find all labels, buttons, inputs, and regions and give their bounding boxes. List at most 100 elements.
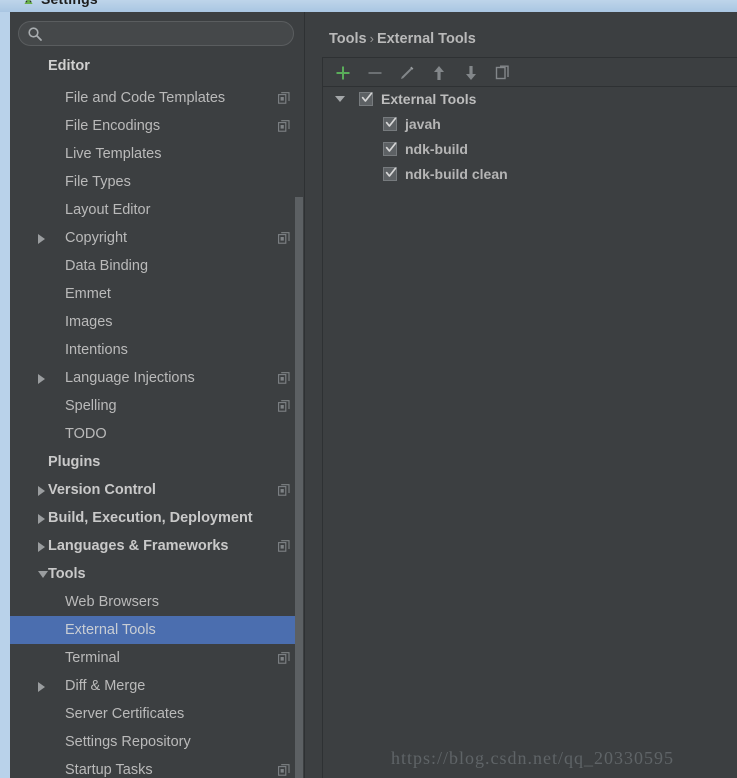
sidebar-item-copyright[interactable]: Copyright bbox=[10, 224, 304, 252]
sidebar-item-external-tools[interactable]: External Tools bbox=[10, 616, 304, 644]
copy-icon bbox=[495, 65, 509, 80]
external-tool-row[interactable]: ndk-build bbox=[323, 137, 737, 162]
copy-settings-icon bbox=[278, 372, 290, 384]
chevron-right-icon[interactable] bbox=[38, 682, 45, 692]
sidebar-item-emmet[interactable]: Emmet bbox=[10, 280, 304, 308]
check-icon bbox=[361, 92, 373, 102]
sticky-group-header-editor: Editor bbox=[10, 56, 296, 81]
sidebar-item-build-execution-deployment[interactable]: Build, Execution, Deployment bbox=[10, 504, 304, 532]
sidebar-item-live-templates[interactable]: Live Templates bbox=[10, 140, 304, 168]
sidebar-item-label: Languages & Frameworks bbox=[48, 538, 229, 554]
sidebar-scrollbar-track[interactable] bbox=[295, 56, 304, 778]
external-tools-tree[interactable]: External Tools javah ndk-build ndk-build cl… bbox=[323, 87, 737, 778]
window-border-left bbox=[0, 12, 10, 778]
sidebar-item-web-browsers[interactable]: Web Browsers bbox=[10, 588, 304, 616]
android-studio-icon bbox=[24, 0, 33, 4]
sidebar-item-file-encodings[interactable]: File Encodings bbox=[10, 112, 304, 140]
chevron-right-icon[interactable] bbox=[38, 234, 45, 244]
copy-settings-icon bbox=[278, 92, 290, 104]
checkbox[interactable] bbox=[359, 92, 373, 106]
breadcrumb-current: External Tools bbox=[376, 31, 476, 47]
sidebar-item-layout-editor[interactable]: Layout Editor bbox=[10, 196, 304, 224]
sidebar-item-language-injections[interactable]: Language Injections bbox=[10, 364, 304, 392]
move-down-button[interactable] bbox=[460, 62, 482, 84]
sidebar-item-label: Copyright bbox=[65, 230, 128, 246]
chevron-right-icon[interactable] bbox=[38, 486, 45, 496]
sidebar-item-label: File and Code Templates bbox=[65, 90, 226, 106]
sidebar-item-label: Terminal bbox=[65, 650, 120, 666]
sidebar-item-images[interactable]: Images bbox=[10, 308, 304, 336]
sticky-group-label: Editor bbox=[48, 58, 90, 74]
sidebar-item-label: External Tools bbox=[65, 622, 156, 638]
sidebar-item-intentions[interactable]: Intentions bbox=[10, 336, 304, 364]
watermark-text: https://blog.csdn.net/qq_20330595 bbox=[391, 748, 674, 768]
sidebar-item-spelling[interactable]: Spelling bbox=[10, 392, 304, 420]
remove-button[interactable] bbox=[364, 62, 386, 84]
copy-settings-icon bbox=[278, 484, 290, 496]
check-icon bbox=[385, 142, 397, 152]
sidebar-item-settings-repository[interactable]: Settings Repository bbox=[10, 728, 304, 756]
sidebar-item-server-certificates[interactable]: Server Certificates bbox=[10, 700, 304, 728]
sidebar-scrollbar-thumb[interactable] bbox=[295, 197, 303, 778]
sidebar-item-label: Settings Repository bbox=[65, 734, 191, 750]
sidebar-item-label: Diff & Merge bbox=[65, 678, 146, 694]
sidebar-item-label: Tools bbox=[48, 566, 86, 582]
sidebar-item-todo[interactable]: TODO bbox=[10, 420, 304, 448]
sidebar-item-plugins[interactable]: Plugins bbox=[10, 448, 304, 476]
external-tool-label: ndk-build bbox=[405, 141, 468, 157]
sidebar-item-diff-merge[interactable]: Diff & Merge bbox=[10, 672, 304, 700]
settings-window: Settings InspectionsFile and Code Templa… bbox=[0, 0, 737, 778]
sidebar-item-data-binding[interactable]: Data Binding bbox=[10, 252, 304, 280]
arrow-down-icon bbox=[466, 66, 476, 80]
sidebar-item-file-types[interactable]: File Types bbox=[10, 168, 304, 196]
sidebar-item-terminal[interactable]: Terminal bbox=[10, 644, 304, 672]
sidebar-item-tools[interactable]: Tools bbox=[10, 560, 304, 588]
chevron-down-icon[interactable] bbox=[335, 96, 345, 102]
window-title: Settings bbox=[41, 0, 98, 7]
chevron-right-icon[interactable] bbox=[38, 374, 45, 384]
external-tool-row[interactable]: javah bbox=[323, 112, 737, 137]
breadcrumb-separator-icon: › bbox=[369, 31, 374, 46]
settings-category-tree[interactable]: InspectionsFile and Code TemplatesFile E… bbox=[10, 56, 304, 778]
chevron-right-icon[interactable] bbox=[38, 542, 45, 552]
add-button[interactable] bbox=[332, 62, 354, 84]
chevron-right-icon[interactable] bbox=[38, 514, 45, 524]
breadcrumb: Tools › External Tools bbox=[329, 31, 476, 47]
minus-icon bbox=[368, 72, 382, 74]
plus-icon bbox=[336, 66, 350, 80]
copy-button[interactable] bbox=[492, 62, 514, 84]
checkbox[interactable] bbox=[383, 142, 397, 156]
chevron-down-icon[interactable] bbox=[38, 571, 48, 578]
search-icon bbox=[28, 27, 42, 41]
breadcrumb-parent[interactable]: Tools bbox=[329, 31, 367, 47]
sidebar-item-label: Intentions bbox=[65, 342, 128, 358]
copy-settings-icon bbox=[278, 652, 290, 664]
external-tools-toolbar bbox=[323, 58, 737, 87]
sidebar-item-version-control[interactable]: Version Control bbox=[10, 476, 304, 504]
sidebar-item-label: Server Certificates bbox=[65, 706, 185, 722]
external-tool-row[interactable]: ndk-build clean bbox=[323, 162, 737, 187]
external-tool-label: javah bbox=[405, 116, 441, 132]
move-up-button[interactable] bbox=[428, 62, 450, 84]
pencil-icon bbox=[401, 66, 414, 79]
search-box[interactable] bbox=[18, 21, 294, 47]
copy-settings-icon bbox=[278, 232, 290, 244]
sidebar-item-languages-frameworks[interactable]: Languages & Frameworks bbox=[10, 532, 304, 560]
check-icon bbox=[385, 117, 397, 127]
search-input[interactable] bbox=[47, 22, 291, 47]
window-titlebar: Settings bbox=[0, 0, 737, 12]
sidebar-item-label: Plugins bbox=[48, 454, 101, 470]
checkbox[interactable] bbox=[383, 167, 397, 181]
sidebar-item-label: File Encodings bbox=[65, 118, 161, 134]
sidebar-item-file-and-code-templates[interactable]: File and Code Templates bbox=[10, 84, 304, 112]
external-tools-panel: External Tools javah ndk-build ndk-build cl… bbox=[322, 57, 737, 778]
edit-button[interactable] bbox=[396, 62, 418, 84]
sidebar-item-label: Web Browsers bbox=[65, 594, 160, 610]
checkbox[interactable] bbox=[383, 117, 397, 131]
settings-sidebar: InspectionsFile and Code TemplatesFile E… bbox=[10, 12, 304, 778]
sidebar-item-startup-tasks[interactable]: Startup Tasks bbox=[10, 756, 304, 778]
settings-dialog-body: InspectionsFile and Code TemplatesFile E… bbox=[10, 12, 737, 778]
copy-settings-icon bbox=[278, 400, 290, 412]
sidebar-item-label: Spelling bbox=[65, 398, 117, 414]
external-tool-row[interactable]: External Tools bbox=[323, 87, 737, 112]
